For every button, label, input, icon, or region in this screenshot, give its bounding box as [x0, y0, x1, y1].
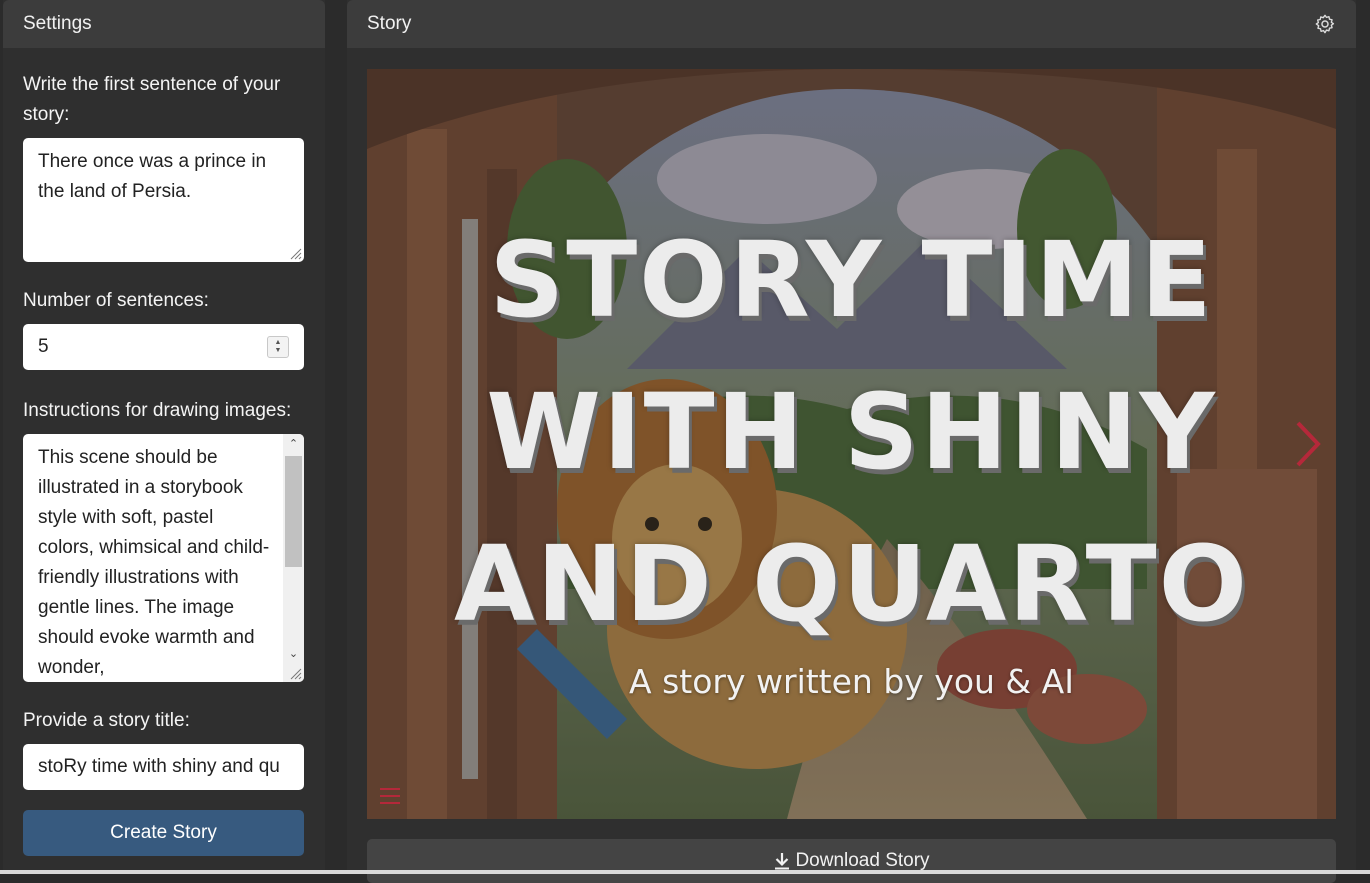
story-title-input[interactable]: stoRy time with shiny and qu [23, 744, 304, 790]
create-story-button[interactable]: Create Story [23, 810, 304, 856]
num-sentences-label: Number of sentences: [23, 290, 209, 311]
story-title-value: stoRy time with shiny and qu [38, 756, 280, 777]
story-title-line: WITH SHINY [486, 371, 1217, 493]
story-panel-title: Story [367, 13, 412, 34]
story-slide[interactable]: STORY TIME WITH SHINY AND QUARTO A story… [367, 69, 1336, 819]
download-story-label: Download Story [795, 850, 930, 871]
story-title-label: Provide a story title: [23, 710, 190, 731]
spinner-up-icon[interactable]: ▲ [275, 339, 282, 347]
resize-grip-icon[interactable] [288, 666, 302, 680]
instructions-textarea[interactable]: This scene should be illustrated in a st… [23, 434, 304, 682]
story-subtitle: A story written by you & AI [629, 662, 1074, 701]
scroll-up-icon[interactable]: ⌃ [283, 434, 304, 454]
first-sentence-text: There once was a prince in the land of P… [38, 151, 267, 202]
gear-icon[interactable] [1314, 13, 1336, 35]
story-title: STORY TIME WITH SHINY AND QUARTO [367, 204, 1336, 660]
first-sentence-label: Write the first sentence of your story: [23, 74, 281, 125]
story-title-line: AND QUARTO [454, 523, 1249, 645]
instructions-scrollbar[interactable]: ⌃ ⌄ [283, 434, 304, 682]
instructions-label: Instructions for drawing images: [23, 400, 292, 421]
instructions-text: This scene should be illustrated in a st… [38, 447, 270, 678]
scrollbar-thumb[interactable] [285, 456, 302, 567]
story-title-block: STORY TIME WITH SHINY AND QUARTO A story… [367, 204, 1336, 701]
first-sentence-textarea[interactable]: There once was a prince in the land of P… [23, 138, 304, 262]
num-sentences-input[interactable]: 5 ▲ ▼ [23, 324, 304, 370]
spinner-down-icon[interactable]: ▼ [275, 347, 282, 355]
scroll-down-icon[interactable]: ⌄ [283, 644, 304, 664]
download-icon [775, 853, 790, 870]
num-sentences-value: 5 [38, 336, 49, 357]
download-story-button[interactable]: Download Story [367, 839, 1336, 883]
chevron-right-icon[interactable] [1292, 419, 1322, 469]
sidebar-header: Settings [3, 0, 325, 48]
sidebar-body: Write the first sentence of your story: … [3, 48, 325, 856]
window-bottom-edge [0, 870, 1370, 874]
story-header: Story [347, 0, 1356, 48]
resize-grip-icon[interactable] [288, 246, 302, 260]
story-panel: Story STORY TIME WITH SHINY AND QUARTO A… [347, 0, 1356, 883]
hamburger-menu-icon[interactable] [379, 787, 401, 805]
story-title-line: STORY TIME [489, 219, 1214, 341]
sidebar-title: Settings [23, 13, 92, 34]
settings-sidebar: Settings Write the first sentence of you… [3, 0, 325, 874]
number-spinner[interactable]: ▲ ▼ [267, 336, 289, 358]
